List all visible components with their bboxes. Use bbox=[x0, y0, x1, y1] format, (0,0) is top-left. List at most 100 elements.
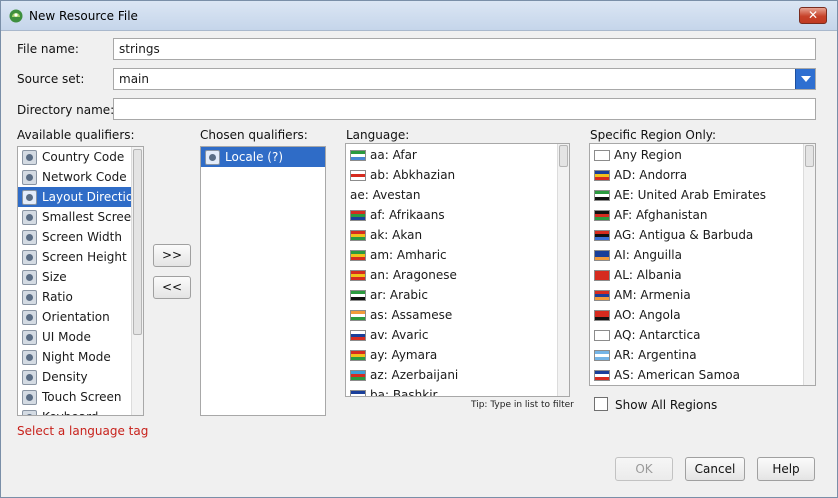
language-item-label: ab: Abkhazian bbox=[370, 168, 456, 182]
region-item-label: AQ: Antarctica bbox=[614, 328, 701, 342]
region-item-label: AO: Angola bbox=[614, 308, 681, 322]
language-item-az-azerbaijani[interactable]: az: Azerbaijani bbox=[346, 365, 557, 385]
language-item-label: ar: Arabic bbox=[370, 288, 428, 302]
language-item-ak-akan[interactable]: ak: Akan bbox=[346, 225, 557, 245]
file-name-input[interactable]: strings bbox=[113, 38, 816, 60]
source-set-select[interactable]: main bbox=[113, 68, 816, 90]
flag-icon bbox=[594, 289, 610, 301]
density-icon bbox=[22, 369, 37, 385]
region-item-label: AI: Anguilla bbox=[614, 248, 682, 262]
language-item-ay-aymara[interactable]: ay: Aymara bbox=[346, 345, 557, 365]
filter-tip: Tip: Type in list to filter bbox=[471, 400, 574, 410]
flag-icon bbox=[350, 229, 366, 241]
help-button[interactable]: Help bbox=[757, 457, 815, 481]
region-scroll-thumb[interactable] bbox=[805, 145, 814, 167]
flag-icon bbox=[594, 309, 610, 321]
region-item-ae-united-arab-emirates[interactable]: AE: United Arab Emirates bbox=[590, 185, 803, 205]
flag-icon bbox=[350, 169, 366, 181]
screen-width-icon bbox=[22, 229, 37, 245]
available-item-ui-mode[interactable]: UI Mode bbox=[18, 327, 131, 347]
available-item-screen-width[interactable]: Screen Width bbox=[18, 227, 131, 247]
available-item-touch-screen[interactable]: Touch Screen bbox=[18, 387, 131, 407]
source-set-dropdown-button[interactable] bbox=[795, 69, 815, 89]
add-qualifier-button[interactable]: >> bbox=[153, 244, 191, 267]
chosen-item-locale[interactable]: Locale (?) bbox=[201, 147, 325, 167]
globe-icon bbox=[205, 149, 220, 165]
region-item-ar-argentina[interactable]: AR: Argentina bbox=[590, 345, 803, 365]
language-item-ar-arabic[interactable]: ar: Arabic bbox=[346, 285, 557, 305]
region-item-ai-anguilla[interactable]: AI: Anguilla bbox=[590, 245, 803, 265]
available-item-keyboard[interactable]: Keyboard bbox=[18, 407, 131, 415]
language-item-as-assamese[interactable]: as: Assamese bbox=[346, 305, 557, 325]
region-item-label: AD: Andorra bbox=[614, 168, 688, 182]
available-item-size[interactable]: Size bbox=[18, 267, 131, 287]
region-item-af-afghanistan[interactable]: AF: Afghanistan bbox=[590, 205, 803, 225]
ok-button[interactable]: OK bbox=[615, 457, 673, 481]
region-list[interactable]: Any Region AD: Andorra AE: United Arab Emi… bbox=[589, 143, 816, 386]
language-item-aa-afar[interactable]: aa: Afar bbox=[346, 145, 557, 165]
cancel-button[interactable]: Cancel bbox=[685, 457, 745, 481]
source-set-value: main bbox=[119, 72, 149, 86]
language-item-ba-bashkir[interactable]: ba: Bashkir bbox=[346, 385, 557, 397]
region-rows: Any Region AD: Andorra AE: United Arab Emi… bbox=[590, 145, 803, 386]
region-item-ag-antigua-barbuda[interactable]: AG: Antigua & Barbuda bbox=[590, 225, 803, 245]
language-item-ae-avestan[interactable]: ae: Avestan bbox=[346, 185, 557, 205]
available-item-smallest-screen-w[interactable]: Smallest Screen W bbox=[18, 207, 131, 227]
keyboard-icon bbox=[22, 409, 37, 415]
language-scrollbar[interactable] bbox=[557, 144, 569, 396]
show-all-regions-label: Show All Regions bbox=[615, 398, 718, 412]
available-item-layout-direction[interactable]: Layout Direction bbox=[18, 187, 131, 207]
smallest-screen-width-icon bbox=[22, 209, 37, 225]
available-qualifiers-scrollbar[interactable] bbox=[131, 147, 143, 415]
close-button[interactable]: ✕ bbox=[799, 7, 827, 24]
region-item-ad-andorra[interactable]: AD: Andorra bbox=[590, 165, 803, 185]
available-item-label: Screen Width bbox=[42, 230, 122, 244]
available-item-screen-height[interactable]: Screen Height bbox=[18, 247, 131, 267]
flag-icon bbox=[594, 149, 610, 161]
region-item-aq-antarctica[interactable]: AQ: Antarctica bbox=[590, 325, 803, 345]
language-item-am-amharic[interactable]: am: Amharic bbox=[346, 245, 557, 265]
region-header: Specific Region Only: bbox=[590, 128, 717, 142]
flag-icon bbox=[350, 149, 366, 161]
available-item-network-code[interactable]: Network Code bbox=[18, 167, 131, 187]
region-item-any-region[interactable]: Any Region bbox=[590, 145, 803, 165]
available-item-label: Orientation bbox=[42, 310, 110, 324]
region-item-at-austria[interactable]: AT: Austria bbox=[590, 385, 803, 386]
language-item-label: ba: Bashkir bbox=[370, 388, 438, 397]
chosen-item-label: Locale (?) bbox=[225, 150, 284, 164]
available-item-label: Layout Direction bbox=[42, 190, 131, 204]
region-item-as-american-samoa[interactable]: AS: American Samoa bbox=[590, 365, 803, 385]
show-all-regions-checkbox[interactable] bbox=[594, 397, 608, 411]
flag-icon bbox=[594, 169, 610, 181]
available-item-night-mode[interactable]: Night Mode bbox=[18, 347, 131, 367]
language-item-af-afrikaans[interactable]: af: Afrikaans bbox=[346, 205, 557, 225]
region-item-ao-angola[interactable]: AO: Angola bbox=[590, 305, 803, 325]
language-item-label: ak: Akan bbox=[370, 228, 423, 242]
available-item-ratio[interactable]: Ratio bbox=[18, 287, 131, 307]
available-qualifiers-scroll-thumb[interactable] bbox=[133, 149, 142, 335]
language-item-av-avaric[interactable]: av: Avaric bbox=[346, 325, 557, 345]
directory-name-input[interactable] bbox=[113, 98, 816, 120]
region-item-am-armenia[interactable]: AM: Armenia bbox=[590, 285, 803, 305]
file-name-label: File name: bbox=[17, 42, 79, 56]
region-item-al-albania[interactable]: AL: Albania bbox=[590, 265, 803, 285]
ui-mode-icon bbox=[22, 329, 37, 345]
language-item-an-aragonese[interactable]: an: Aragonese bbox=[346, 265, 557, 285]
orientation-icon bbox=[22, 309, 37, 325]
available-item-label: Screen Height bbox=[42, 250, 127, 264]
chosen-qualifiers-list[interactable]: Locale (?) bbox=[200, 146, 326, 416]
language-item-ab-abkhazian[interactable]: ab: Abkhazian bbox=[346, 165, 557, 185]
language-item-label: av: Avaric bbox=[370, 328, 429, 342]
country-code-icon bbox=[22, 149, 37, 165]
region-scrollbar[interactable] bbox=[803, 144, 815, 385]
available-item-country-code[interactable]: Country Code bbox=[18, 147, 131, 167]
night-mode-icon bbox=[22, 349, 37, 365]
available-item-label: Ratio bbox=[42, 290, 73, 304]
language-item-label: az: Azerbaijani bbox=[370, 368, 459, 382]
available-qualifiers-list[interactable]: Country Code Network Code Layout Direction… bbox=[17, 146, 144, 416]
available-item-orientation[interactable]: Orientation bbox=[18, 307, 131, 327]
available-item-density[interactable]: Density bbox=[18, 367, 131, 387]
remove-qualifier-button[interactable]: << bbox=[153, 276, 191, 299]
language-scroll-thumb[interactable] bbox=[559, 145, 568, 167]
language-list[interactable]: aa: Afar ab: Abkhazian ae: Avestan af: Afri… bbox=[345, 143, 570, 397]
